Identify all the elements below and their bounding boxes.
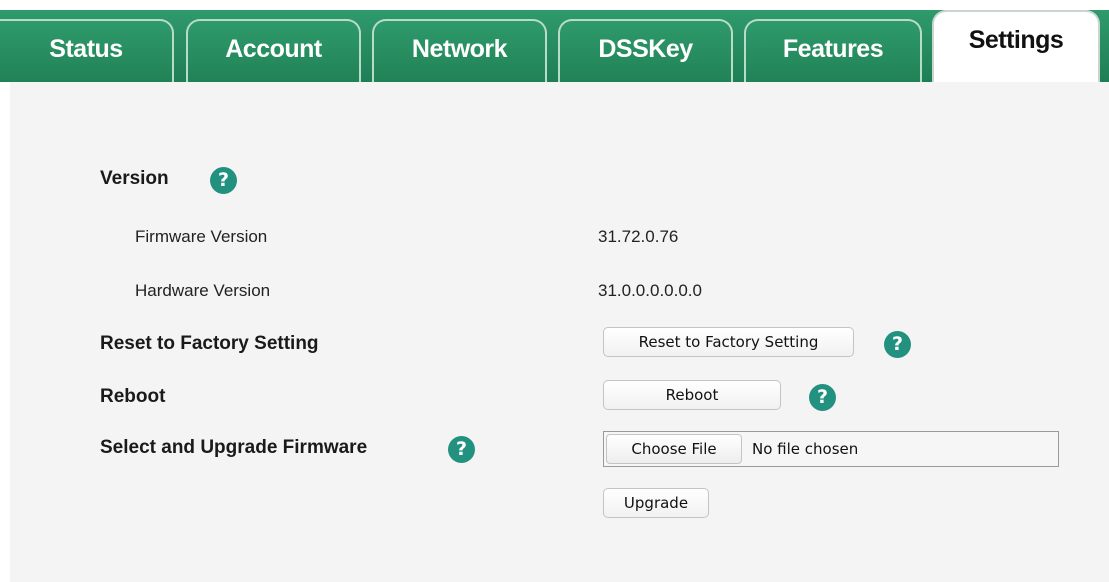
tab-settings[interactable]: Settings — [932, 10, 1100, 82]
tab-dsskey-label: DSSKey — [598, 35, 693, 63]
upgrade-label: Select and Upgrade Firmware — [100, 437, 368, 458]
firmware-version-label: Firmware Version — [135, 227, 268, 246]
tab-network-label: Network — [411, 35, 508, 63]
choose-file-button[interactable]: Choose File — [606, 434, 742, 464]
tab-dsskey[interactable]: DSSKey — [558, 19, 733, 82]
hardware-version-value: 31.0.0.0.0.0.0 — [598, 281, 702, 300]
tab-settings-label: Settings — [968, 26, 1064, 54]
firmware-file-input[interactable]: Choose File No file chosen — [603, 431, 1059, 467]
tab-account-label: Account — [225, 35, 322, 63]
tab-features-label: Features — [782, 35, 884, 63]
reboot-help-icon[interactable]: ? — [809, 384, 836, 411]
hardware-version-label: Hardware Version — [135, 281, 271, 300]
version-help-icon[interactable]: ? — [210, 167, 237, 194]
firmware-version-value: 31.72.0.76 — [598, 227, 679, 246]
reset-help-icon[interactable]: ? — [884, 331, 911, 358]
tab-account[interactable]: Account — [186, 19, 361, 82]
settings-page: Status Account Network DSSKey Features S… — [0, 0, 1109, 582]
tab-status[interactable]: Status — [0, 19, 174, 82]
settings-panel: Version ? Firmware Version 31.72.0.76 Ha… — [10, 82, 1109, 582]
reset-label: Reset to Factory Setting — [100, 333, 319, 354]
tab-network[interactable]: Network — [372, 19, 547, 82]
upgrade-button[interactable]: Upgrade — [603, 488, 709, 518]
file-status-text: No file chosen — [752, 440, 859, 458]
reboot-label: Reboot — [100, 386, 166, 407]
reboot-button[interactable]: Reboot — [603, 380, 781, 410]
upgrade-help-icon[interactable]: ? — [448, 436, 475, 463]
version-heading: Version — [100, 168, 169, 189]
tab-features[interactable]: Features — [744, 19, 922, 82]
tab-bar: Status Account Network DSSKey Features S… — [0, 0, 1109, 82]
tab-status-label: Status — [49, 35, 123, 63]
reset-factory-button[interactable]: Reset to Factory Setting — [603, 327, 854, 357]
